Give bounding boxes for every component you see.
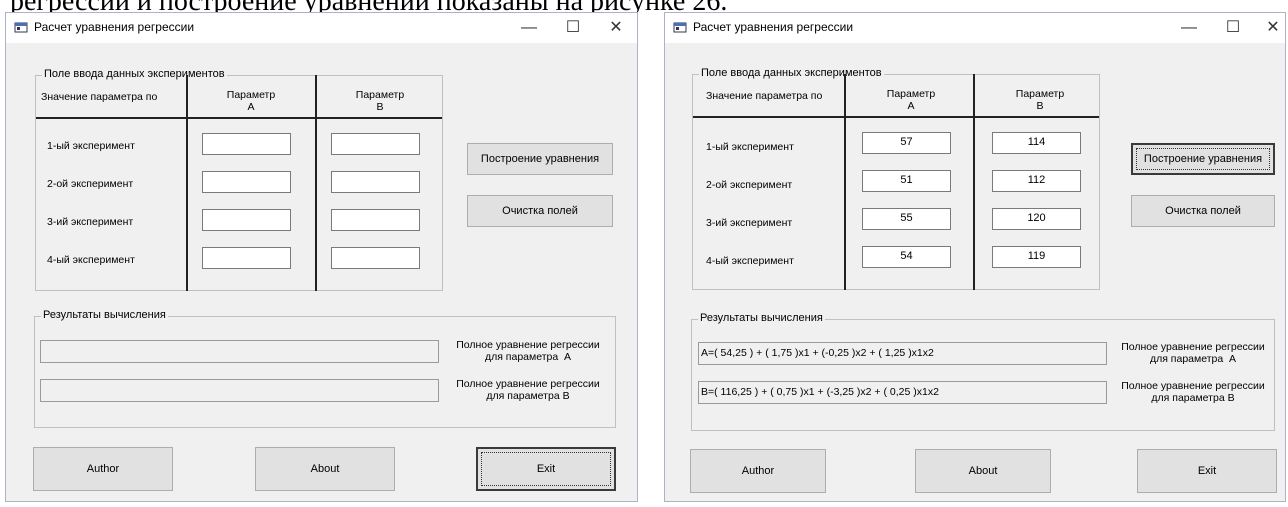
grid-divider <box>36 117 442 119</box>
grid-divider <box>844 74 846 290</box>
close-button[interactable]: ✕ <box>596 15 636 41</box>
param-a-input-1[interactable] <box>202 133 291 155</box>
row-label-3: 3-ий эксперимент <box>706 217 793 229</box>
grid-divider <box>693 116 1099 118</box>
param-a-header: Параметр A <box>226 89 276 113</box>
app-window-empty: Расчет уравнения регрессии — ☐ ✕ Поле вв… <box>5 12 638 502</box>
param-a-input-3[interactable]: 55 <box>862 208 951 230</box>
minimize-button[interactable]: — <box>1169 15 1209 41</box>
app-icon <box>673 22 687 33</box>
build-equation-button[interactable]: Построение уравнения <box>1131 143 1275 175</box>
clear-fields-button[interactable]: Очистка полей <box>467 195 613 227</box>
grid-divider <box>315 75 317 291</box>
window-title: Расчет уравнения регрессии <box>693 20 854 34</box>
param-a-input-3[interactable] <box>202 209 291 231</box>
exit-button[interactable]: Exit <box>476 447 616 491</box>
maximize-button[interactable]: ☐ <box>1213 15 1253 41</box>
maximize-button[interactable]: ☐ <box>553 15 593 41</box>
row-label-1: 1-ый эксперимент <box>706 141 794 153</box>
window-title: Расчет уравнения регрессии <box>34 20 195 34</box>
app-window-filled: Расчет уравнения регрессии — ☐ ✕ Поле вв… <box>664 12 1286 502</box>
result-b-label: Полное уравнение регрессии для параметра… <box>456 378 600 402</box>
results-group: Результаты вычисления <box>34 309 616 428</box>
result-b-field[interactable]: B=( 116,25 ) + ( 0,75 )x1 + (-3,25 )x2 +… <box>698 381 1107 404</box>
input-group-label: Поле ввода данных экспериментов <box>42 68 227 80</box>
app-icon <box>14 22 28 33</box>
grid-divider <box>186 75 188 291</box>
author-button[interactable]: Author <box>33 447 173 491</box>
about-button[interactable]: About <box>255 447 395 491</box>
input-group-label: Поле ввода данных экспериментов <box>699 67 884 79</box>
param-b-input-1[interactable]: 114 <box>992 132 1081 154</box>
param-b-input-3[interactable] <box>331 209 420 231</box>
result-a-field[interactable] <box>40 340 439 363</box>
result-a-label: Полное уравнение регрессии для параметра… <box>1121 341 1265 365</box>
row-label-1: 1-ый эксперимент <box>47 140 135 152</box>
param-a-input-1[interactable]: 57 <box>862 132 951 154</box>
param-a-input-4[interactable] <box>202 247 291 269</box>
row-header: Значение параметра по <box>706 90 823 102</box>
author-button[interactable]: Author <box>690 449 826 493</box>
grid-divider <box>973 74 975 290</box>
param-b-input-4[interactable] <box>331 247 420 269</box>
result-b-label: Полное уравнение регрессии для параметра… <box>1121 380 1265 404</box>
title-bar[interactable]: Расчет уравнения регрессии — ☐ ✕ <box>665 13 1285 43</box>
result-a-field[interactable]: A=( 54,25 ) + ( 1,75 )x1 + (-0,25 )x2 + … <box>698 342 1107 365</box>
param-b-input-1[interactable] <box>331 133 420 155</box>
minimize-button[interactable]: — <box>509 15 549 41</box>
result-a-label: Полное уравнение регрессии для параметра… <box>456 339 600 363</box>
param-a-input-2[interactable] <box>202 171 291 193</box>
param-a-input-4[interactable]: 54 <box>862 246 951 268</box>
exit-button[interactable]: Exit <box>1137 449 1277 493</box>
row-label-3: 3-ий эксперимент <box>47 216 134 228</box>
results-group: Результаты вычисления <box>691 312 1275 431</box>
row-label-2: 2-ой эксперимент <box>706 179 793 191</box>
build-equation-button[interactable]: Построение уравнения <box>467 143 613 175</box>
title-bar[interactable]: Расчет уравнения регрессии — ☐ ✕ <box>6 13 637 43</box>
param-b-input-2[interactable]: 112 <box>992 170 1081 192</box>
param-b-input-4[interactable]: 119 <box>992 246 1081 268</box>
close-button[interactable]: ✕ <box>1253 15 1288 41</box>
row-label-2: 2-ой эксперимент <box>47 178 134 190</box>
param-b-header: Параметр B <box>355 89 405 113</box>
row-label-4: 4-ый эксперимент <box>706 255 794 267</box>
about-button[interactable]: About <box>915 449 1051 493</box>
param-b-input-2[interactable] <box>331 171 420 193</box>
param-b-header: Параметр B <box>1015 88 1065 112</box>
row-label-4: 4-ый эксперимент <box>47 254 135 266</box>
param-a-header: Параметр A <box>886 88 936 112</box>
clear-fields-button[interactable]: Очистка полей <box>1131 195 1275 227</box>
result-b-field[interactable] <box>40 379 439 402</box>
row-header: Значение параметра по <box>41 91 158 103</box>
param-b-input-3[interactable]: 120 <box>992 208 1081 230</box>
param-a-input-2[interactable]: 51 <box>862 170 951 192</box>
results-group-label: Результаты вычисления <box>41 309 168 321</box>
results-group-label: Результаты вычисления <box>698 312 825 324</box>
